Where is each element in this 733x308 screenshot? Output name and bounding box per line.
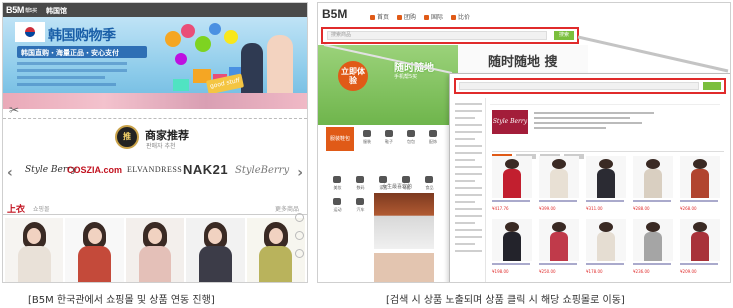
search-results-popup: Style Berry ¥417.76 ¥399.00 ¥311.00 ¥288…: [449, 73, 730, 282]
product-card[interactable]: ¥311.00: [584, 156, 628, 216]
category-title: 上衣: [7, 205, 26, 215]
product-price: ¥198.00: [492, 269, 509, 274]
b5m-logo[interactable]: B5M帮5买: [6, 5, 37, 15]
product-card[interactable]: [186, 218, 245, 282]
product-price: ¥288.00: [633, 206, 650, 211]
product-card[interactable]: ¥399.00: [537, 156, 581, 216]
circle-icon[interactable]: [295, 213, 304, 222]
product-price: ¥250.00: [539, 269, 556, 274]
banner-text-lines: [17, 62, 127, 90]
shop-logo[interactable]: Style Berry: [492, 110, 528, 134]
product-card[interactable]: ¥178.00: [584, 219, 628, 279]
b5m-search-screenshot: B5M 首页 团购 国际 比价 搜索商品 搜索 立即体验 随时随地 手机帮5买 …: [317, 2, 731, 283]
search-bar-highlight: [454, 78, 726, 94]
category-subtitle: 쇼핑몰: [33, 206, 50, 213]
brand-logo[interactable]: StyleBerry: [235, 165, 289, 176]
product-grid: ¥417.76 ¥399.00 ¥311.00 ¥288.00 ¥268.00 …: [490, 156, 728, 279]
merchant-recommend-header: 推 商家推荐 판매자 추천: [115, 125, 235, 151]
product-card[interactable]: ¥417.76: [490, 156, 534, 216]
brand-logo[interactable]: COSZIA.com: [67, 165, 122, 175]
product-card[interactable]: [65, 218, 124, 282]
product-card[interactable]: ¥236.00: [631, 219, 675, 279]
product-price: ¥399.00: [539, 206, 556, 211]
search-button[interactable]: [703, 82, 721, 90]
circle-icon[interactable]: [295, 249, 304, 258]
b5m-korea-screenshot: B5M帮5买 韩国馆 韩国购物季 韩国直购・海量正品・安心支付 good stu…: [2, 2, 308, 283]
filter-sidebar: [452, 98, 486, 282]
brand-carousel: ‹ Style Berry COSZIA.com ELVANDRESS NAK2…: [3, 155, 307, 189]
product-row: [5, 218, 306, 282]
recommend-badge: 推: [115, 125, 139, 149]
product-price: ¥311.00: [586, 206, 603, 211]
product-card[interactable]: ¥250.00: [537, 219, 581, 279]
breadcrumb: [490, 99, 720, 105]
result-tabs: [492, 144, 724, 159]
left-caption: [B5M 한국관에서 쇼핑몰 및 상품 연동 진행]: [28, 295, 215, 306]
product-card[interactable]: ¥288.00: [631, 156, 675, 216]
product-card[interactable]: ¥209.00: [678, 219, 722, 279]
product-card[interactable]: ¥268.00: [678, 156, 722, 216]
search-input[interactable]: [459, 82, 699, 90]
category-header: 上衣 쇼핑몰 更多商品: [3, 201, 307, 215]
product-card[interactable]: [5, 218, 64, 282]
banner-buildings: [3, 93, 307, 109]
circle-icon[interactable]: [295, 231, 304, 240]
product-price: ¥178.00: [586, 269, 603, 274]
dashed-divider: [3, 109, 307, 119]
korea-flag-icon: [15, 22, 45, 42]
banner-title: 韩国购物季: [48, 28, 116, 44]
recommend-subtitle: 판매자 추천: [146, 143, 176, 150]
scissors-icon: ✂: [9, 103, 20, 117]
product-price: ¥417.76: [492, 206, 509, 211]
chevron-right-icon[interactable]: ›: [297, 165, 303, 181]
top-bar: B5M帮5买 韩国馆: [3, 3, 307, 17]
chevron-left-icon[interactable]: ‹: [7, 165, 13, 181]
more-link[interactable]: 更多商品: [275, 204, 299, 213]
korea-shopping-banner[interactable]: 韩国购物季 韩国直购・海量正品・安心支付 good stuff: [3, 17, 307, 109]
product-price: ¥236.00: [633, 269, 650, 274]
brand-logo[interactable]: NAK21: [183, 162, 228, 177]
product-card[interactable]: [125, 218, 185, 282]
product-card[interactable]: ¥198.00: [490, 219, 534, 279]
product-price: ¥268.00: [680, 206, 697, 211]
shop-info: Style Berry: [492, 110, 724, 140]
korea-hall-label[interactable]: 韩国馆: [46, 6, 67, 16]
right-caption: [검색 시 상품 노출되며 상품 클릭 시 해당 쇼핑몰로 이동]: [386, 295, 625, 306]
product-price: ¥209.00: [680, 269, 697, 274]
brand-logo[interactable]: ELVANDRESS: [127, 165, 182, 174]
side-tool-icons: [295, 213, 305, 267]
shop-description: [534, 112, 654, 132]
banner-subtitle: 韩国直购・海量正品・安心支付: [17, 46, 147, 58]
